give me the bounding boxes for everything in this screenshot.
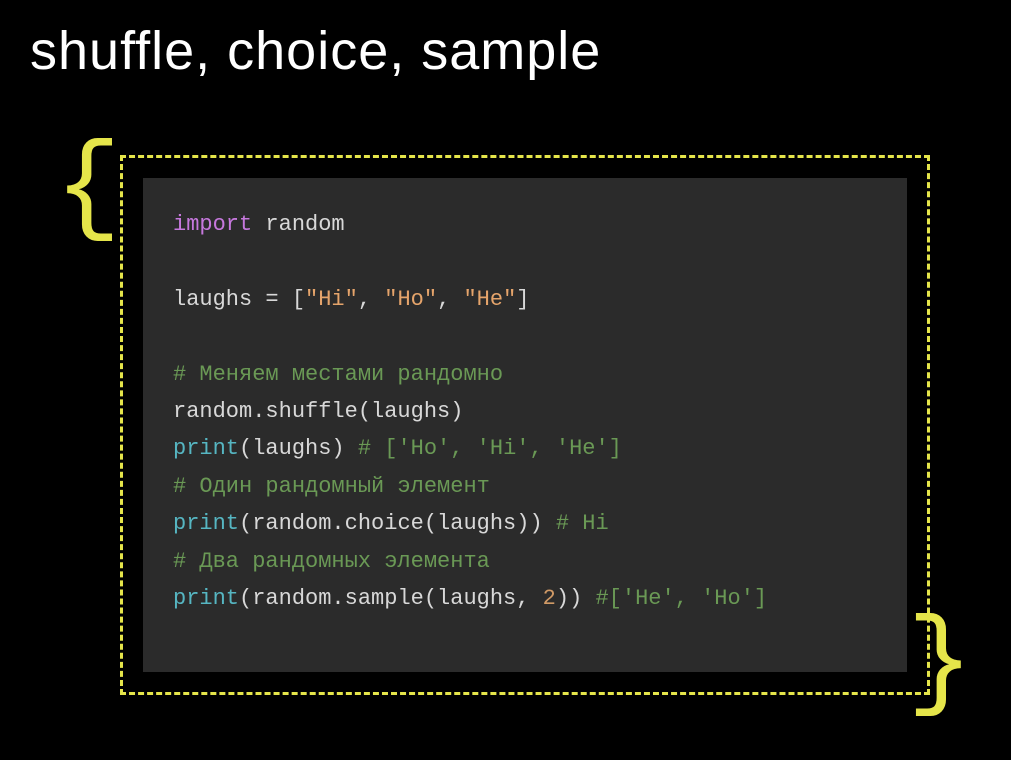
code-comment-shuffle: # Меняем местами рандомно xyxy=(173,356,877,393)
keyword-import: import xyxy=(173,212,252,237)
bracket-open: [ xyxy=(292,287,305,312)
code-line-print-sample: print(random.sample(laughs, 2)) #['He', … xyxy=(173,580,877,617)
comment-text: # Меняем местами рандомно xyxy=(173,362,503,387)
code-comment-choice: # Один рандомный элемент xyxy=(173,468,877,505)
code-line-import: import random xyxy=(173,206,877,243)
decorative-brace-left-icon: { xyxy=(55,135,121,245)
code-block: import random laughs = ["Hi", "Ho", "He"… xyxy=(143,178,907,672)
code-line-shuffle-call: random.shuffle(laughs) xyxy=(173,393,877,430)
code-comment-sample: # Два рандомных элемента xyxy=(173,543,877,580)
slide-title: shuffle, choice, sample xyxy=(0,0,1011,82)
args-sample-b: )) xyxy=(556,586,596,611)
fn-print: print xyxy=(173,586,239,611)
bracket-close: ] xyxy=(516,287,529,312)
code-line-print-choice: print(random.choice(laughs)) # Hi xyxy=(173,505,877,542)
fn-print: print xyxy=(173,436,239,461)
code-container: import random laughs = ["Hi", "Ho", "He"… xyxy=(120,155,930,695)
op-equals: = xyxy=(265,287,291,312)
string-he: "He" xyxy=(463,287,516,312)
comment-text: # Два рандомных элемента xyxy=(173,549,490,574)
comma: , xyxy=(437,287,463,312)
comma: , xyxy=(358,287,384,312)
comment-text: # Один рандомный элемент xyxy=(173,474,490,499)
comment-output-sample: #['He', 'Ho'] xyxy=(595,586,767,611)
code-line-print-laughs: print(laughs) # ['Ho', 'Hi', 'He'] xyxy=(173,430,877,467)
number-two: 2 xyxy=(543,586,556,611)
var-laughs: laughs xyxy=(173,287,265,312)
comment-output-choice: # Hi xyxy=(556,511,609,536)
blank-line xyxy=(173,318,877,355)
call-shuffle: random.shuffle(laughs) xyxy=(173,399,463,424)
args-laughs: (laughs) xyxy=(239,436,358,461)
args-choice: (random.choice(laughs)) xyxy=(239,511,556,536)
blank-line xyxy=(173,243,877,280)
fn-print: print xyxy=(173,511,239,536)
code-line-laughs-assign: laughs = ["Hi", "Ho", "He"] xyxy=(173,281,877,318)
args-sample-a: (random.sample(laughs, xyxy=(239,586,543,611)
module-random: random xyxy=(252,212,344,237)
comment-output-shuffle: # ['Ho', 'Hi', 'He'] xyxy=(358,436,622,461)
string-hi: "Hi" xyxy=(305,287,358,312)
string-ho: "Ho" xyxy=(384,287,437,312)
